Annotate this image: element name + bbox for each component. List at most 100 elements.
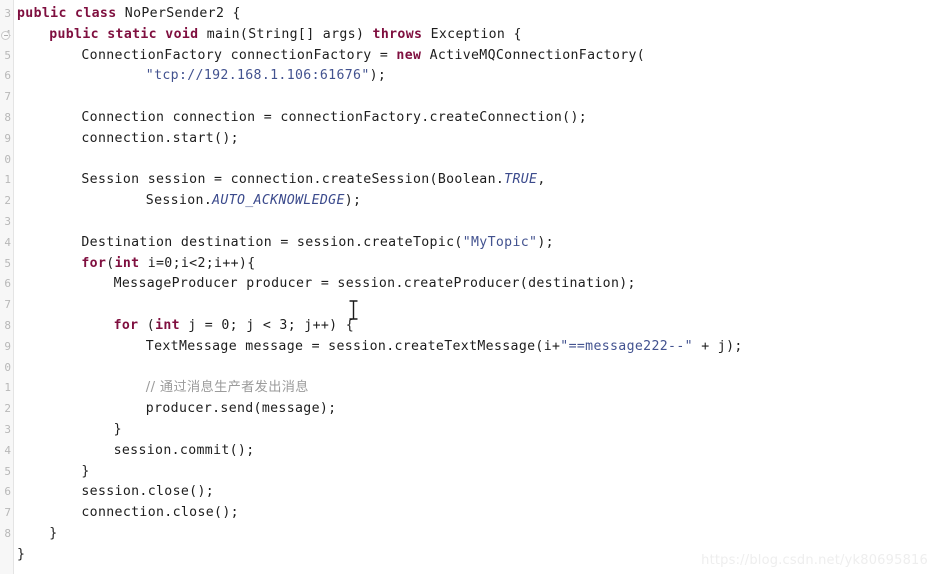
code-line[interactable]: } bbox=[13, 462, 90, 483]
line-number: 9 bbox=[4, 339, 11, 353]
code-token-plain: MessageProducer producer = session.creat… bbox=[113, 276, 636, 292]
code-token-plain: Session. bbox=[145, 193, 213, 209]
code-token-plain: ActiveMQConnectionFactory( bbox=[421, 47, 646, 63]
code-line[interactable] bbox=[13, 212, 25, 233]
code-token-plain: } bbox=[17, 546, 26, 562]
line-number: 8 bbox=[4, 111, 11, 124]
code-token-plain: session.commit(); bbox=[113, 442, 255, 458]
line-number: 7 bbox=[4, 506, 11, 520]
code-token-plain: + j); bbox=[692, 338, 743, 354]
code-line[interactable] bbox=[13, 150, 25, 171]
line-number: 6 bbox=[4, 485, 11, 499]
code-token-plain: session.close(); bbox=[81, 484, 215, 500]
code-token-plain: connection.close(); bbox=[81, 505, 239, 521]
line-number: 6 bbox=[4, 69, 11, 83]
code-token-plain: ); bbox=[369, 68, 387, 84]
code-token-kw: public bbox=[49, 26, 99, 42]
code-token-plain: producer.send(message); bbox=[145, 401, 337, 417]
line-number: 9 bbox=[4, 131, 11, 145]
line-number: 3 bbox=[4, 7, 11, 20]
line-number: 4 bbox=[4, 235, 11, 249]
code-line[interactable] bbox=[13, 295, 25, 316]
code-token-plain: } bbox=[81, 463, 90, 479]
code-line[interactable]: } bbox=[13, 420, 122, 441]
code-token-plain: ); bbox=[344, 193, 362, 209]
code-line[interactable]: TextMessage message = session.createText… bbox=[13, 337, 743, 358]
line-number: 3 bbox=[4, 215, 11, 228]
line-number-gutter[interactable]: 34567890123456789012345678 bbox=[0, 0, 14, 574]
code-fold-collapse-icon[interactable] bbox=[1, 30, 10, 40]
code-token-kw: class bbox=[75, 6, 117, 21]
line-number: 1 bbox=[4, 381, 11, 395]
code-line[interactable]: Session.AUTO_ACKNOWLEDGE); bbox=[13, 191, 361, 212]
code-line[interactable]: session.close(); bbox=[13, 482, 214, 503]
line-number: 1 bbox=[4, 173, 11, 187]
code-token-kw: for bbox=[81, 255, 107, 271]
code-token-plain: NoPerSender2 { bbox=[116, 6, 241, 21]
code-token-fld: TRUE bbox=[504, 172, 538, 188]
code-line[interactable]: Connection connection = connectionFactor… bbox=[13, 108, 587, 129]
code-line[interactable]: "tcp://192.168.1.106:61676"); bbox=[13, 66, 386, 87]
code-token-plain: Destination destination = session.create… bbox=[81, 234, 463, 250]
code-token-plain: } bbox=[49, 526, 58, 541]
code-token-plain: connection.start(); bbox=[81, 130, 239, 146]
csdn-blog-watermark: https://blog.csdn.net/yk80695816 bbox=[701, 553, 928, 568]
code-line[interactable]: ConnectionFactory connectionFactory = ne… bbox=[13, 46, 645, 67]
line-number: 8 bbox=[4, 527, 11, 540]
code-token-fld: AUTO_ACKNOWLEDGE bbox=[212, 193, 345, 209]
code-line[interactable]: for(int i=0;i<2;i++){ bbox=[13, 254, 256, 275]
code-token-str: "MyTopic" bbox=[462, 234, 538, 250]
code-line[interactable]: connection.start(); bbox=[13, 129, 239, 150]
code-token-str: "tcp://192.168.1.106:61676" bbox=[145, 68, 370, 84]
code-line[interactable]: Session session = connection.createSessi… bbox=[13, 170, 546, 191]
line-number: 7 bbox=[4, 90, 11, 104]
code-token-plain: ConnectionFactory connectionFactory = bbox=[81, 47, 397, 63]
code-token-plain: } bbox=[113, 422, 122, 437]
line-number: 2 bbox=[4, 402, 11, 416]
code-line[interactable]: producer.send(message); bbox=[13, 399, 336, 420]
code-editor[interactable]: 34567890123456789012345678 public class … bbox=[0, 0, 936, 574]
line-number: 2 bbox=[4, 194, 11, 208]
code-line[interactable]: } bbox=[13, 545, 25, 566]
code-token-kw: throws bbox=[372, 26, 423, 42]
code-line[interactable]: session.commit(); bbox=[13, 441, 255, 462]
code-line[interactable]: } bbox=[13, 524, 57, 545]
code-token-kw: void bbox=[165, 26, 199, 42]
line-number: 5 bbox=[4, 48, 11, 62]
code-token-plain: ( bbox=[106, 255, 115, 271]
code-line[interactable]: Destination destination = session.create… bbox=[13, 233, 554, 254]
line-number: 5 bbox=[4, 464, 11, 478]
code-line[interactable] bbox=[13, 87, 25, 108]
code-token-kw: for bbox=[113, 318, 139, 333]
code-token-plain: main(String[] args) bbox=[198, 26, 373, 42]
code-line[interactable]: for (int j = 0; j < 3; j++) { bbox=[13, 316, 354, 337]
code-line[interactable]: public static void main(String[] args) t… bbox=[13, 25, 522, 46]
line-number: 8 bbox=[4, 319, 11, 332]
code-token-plain: TextMessage message = session.createText… bbox=[145, 338, 561, 354]
line-number: 0 bbox=[4, 152, 11, 166]
code-token-plain: Exception { bbox=[422, 26, 522, 42]
line-number: 5 bbox=[4, 256, 11, 270]
code-token-kw: int bbox=[155, 318, 180, 333]
code-token-plain: i=0;i<2;i++){ bbox=[139, 255, 256, 271]
code-token-plain: , bbox=[537, 172, 546, 188]
code-line[interactable]: MessageProducer producer = session.creat… bbox=[13, 274, 636, 295]
code-token-cmt: // 通过消息生产者发出消息 bbox=[145, 380, 309, 396]
code-token-plain: Connection connection = connectionFactor… bbox=[81, 110, 588, 125]
line-number: 7 bbox=[4, 298, 11, 312]
code-token-str: "==message222--" bbox=[560, 338, 693, 354]
code-token-plain: Session session = connection.createSessi… bbox=[81, 172, 505, 188]
code-token-kw: static bbox=[107, 26, 157, 42]
code-line[interactable]: // 通过消息生产者发出消息 bbox=[13, 378, 309, 399]
code-line[interactable] bbox=[13, 358, 25, 379]
line-number: 6 bbox=[4, 277, 11, 291]
code-text-area[interactable]: public class NoPerSender2 {public static… bbox=[13, 0, 936, 574]
code-line[interactable]: connection.close(); bbox=[13, 503, 239, 524]
line-number: 3 bbox=[4, 423, 11, 436]
code-line[interactable]: public class NoPerSender2 { bbox=[13, 4, 241, 25]
line-number: 4 bbox=[4, 443, 11, 457]
code-token-kw: new bbox=[396, 47, 422, 63]
code-token-kw: public bbox=[17, 6, 67, 21]
code-token-plain: ); bbox=[537, 234, 554, 250]
